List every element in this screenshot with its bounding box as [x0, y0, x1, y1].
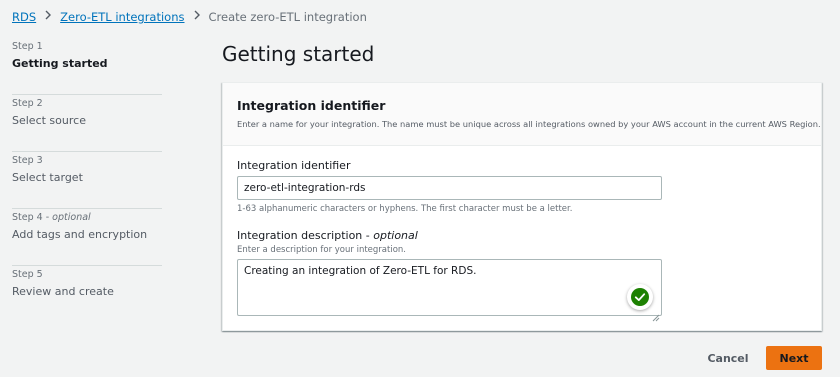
- step-number: Step 1: [12, 41, 43, 52]
- step-label: Select source: [12, 114, 86, 127]
- wizard-step-3: Step 3 Select target: [12, 152, 162, 209]
- identifier-label: Integration identifier: [237, 159, 351, 172]
- cancel-button[interactable]: Cancel: [700, 346, 756, 370]
- step-number: Step 2: [12, 98, 43, 109]
- breadcrumb: RDS Zero-ETL integrations Create zero-ET…: [12, 10, 367, 24]
- step-number: Step 5: [12, 269, 43, 280]
- panel-header: Integration identifier Enter a name for …: [223, 83, 821, 146]
- identifier-hint: 1-63 alphanumeric characters or hyphens.…: [237, 204, 573, 214]
- step-label: Getting started: [12, 57, 108, 70]
- panel-description: Enter a name for your integration. The n…: [237, 119, 821, 129]
- chevron-right-icon: [42, 10, 54, 24]
- resize-grip-icon[interactable]: [652, 307, 660, 322]
- wizard-step-1: Step 1 Getting started: [12, 38, 162, 95]
- wizard-step-5: Step 5 Review and create: [12, 266, 162, 323]
- wizard-step-4: Step 4 - optional Add tags and encryptio…: [12, 209, 162, 266]
- optional-tag: optional: [373, 229, 418, 242]
- breadcrumb-link-rds[interactable]: RDS: [12, 10, 36, 24]
- step-optional-tag: optional: [52, 212, 91, 223]
- step-number: Step 4 - optional: [12, 212, 91, 223]
- next-button[interactable]: Next: [766, 346, 822, 370]
- step-number: Step 3: [12, 155, 43, 166]
- breadcrumb-link-zero-etl-integrations[interactable]: Zero-ETL integrations: [60, 10, 184, 24]
- panel-title: Integration identifier: [237, 98, 386, 113]
- integration-description-textarea[interactable]: Creating an integration of Zero-ETL for …: [237, 259, 662, 316]
- description-hint: Enter a description for your integration…: [237, 245, 406, 255]
- integration-identifier-panel: Integration identifier Enter a name for …: [222, 82, 822, 331]
- page-title: Getting started: [222, 42, 375, 66]
- integration-identifier-input[interactable]: [237, 176, 662, 200]
- step-label: Add tags and encryption: [12, 228, 148, 241]
- description-label: Integration description - optional: [237, 229, 418, 242]
- wizard-steps: Step 1 Getting started Step 2 Select sou…: [12, 38, 162, 323]
- breadcrumb-current: Create zero-ETL integration: [208, 10, 367, 24]
- step-label: Review and create: [12, 285, 114, 298]
- check-circle-icon: [627, 284, 653, 310]
- step-label: Select target: [12, 171, 83, 184]
- wizard-step-2: Step 2 Select source: [12, 95, 162, 152]
- chevron-right-icon: [191, 10, 203, 24]
